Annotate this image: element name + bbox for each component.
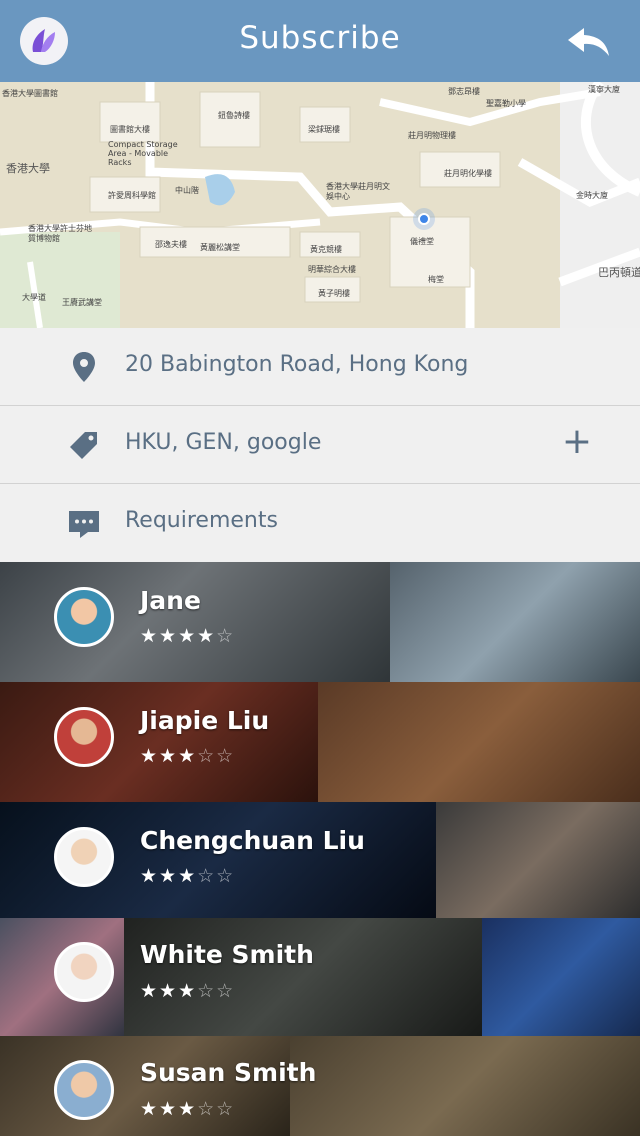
list-item-jane[interactable]: Jane ★★★★☆ xyxy=(0,562,640,682)
map-label: 圖書館大樓 xyxy=(110,125,150,134)
avatar xyxy=(54,707,114,767)
list-item-chengchuan-liu[interactable]: Chengchuan Liu ★★★☆☆ xyxy=(0,802,640,918)
map-label: 香港大學許士芬地質博物館 xyxy=(28,224,92,243)
avatar xyxy=(54,942,114,1002)
map-label: 中山階 xyxy=(175,186,199,195)
person-name: Chengchuan Liu xyxy=(140,826,365,855)
stars-filled: ★★★★ xyxy=(140,625,217,647)
reply-arrow-icon[interactable] xyxy=(566,24,612,60)
tags-row[interactable]: HKU, GEN, google + xyxy=(0,406,640,484)
stars-filled: ★★★ xyxy=(140,980,198,1002)
stars-empty: ☆☆ xyxy=(197,745,236,767)
background-photo xyxy=(482,918,640,1036)
map-label: 梅堂 xyxy=(428,275,444,284)
location-pin-icon xyxy=(73,352,95,382)
stars-empty: ☆☆ xyxy=(197,980,236,1002)
map-label: 莊月明物理樓 xyxy=(408,131,456,140)
address-row[interactable]: 20 Babington Road, Hong Kong xyxy=(0,328,640,406)
tag-icon xyxy=(70,432,97,459)
person-name: White Smith xyxy=(140,940,314,969)
map-label: 香港大學莊月明文娛中心 xyxy=(326,182,390,201)
page-title: Subscribe xyxy=(239,20,401,56)
map-label: 大學道 xyxy=(22,293,46,302)
background-photo xyxy=(390,562,640,682)
map-label: 巴丙頓道 xyxy=(598,266,640,279)
avatar xyxy=(54,587,114,647)
background-photo xyxy=(0,682,318,802)
star-rating: ★★★☆☆ xyxy=(140,865,235,887)
stars-empty: ☆ xyxy=(216,625,236,647)
person-name: Susan Smith xyxy=(140,1058,317,1087)
background-photo xyxy=(124,918,482,1036)
stars-filled: ★★★ xyxy=(140,865,198,887)
background-photo xyxy=(436,802,640,918)
map-label: 聖嘉勒小學 xyxy=(486,99,526,108)
star-rating: ★★★☆☆ xyxy=(140,980,235,1002)
map-label: 黃麗松講堂 xyxy=(200,243,240,252)
stars-empty: ☆☆ xyxy=(197,1098,236,1120)
person-name: Jane xyxy=(140,586,201,615)
list-item-jiapie-liu[interactable]: Jiapie Liu ★★★☆☆ xyxy=(0,682,640,802)
map-label: 鄧志昂樓 xyxy=(448,87,480,96)
comment-icon xyxy=(69,511,99,538)
location-map[interactable]: 香港大學圖書館 圖書館大樓 Compact Storage Area - Mov… xyxy=(0,82,640,328)
avatar xyxy=(54,1060,114,1120)
map-label: 香港大學 xyxy=(6,162,50,175)
map-label: 鈕魯詩樓 xyxy=(218,111,250,120)
stars-filled: ★★★ xyxy=(140,745,198,767)
requirements-row[interactable]: Requirements xyxy=(0,484,640,562)
map-label: Compact Storage Area - Movable Racks xyxy=(108,140,178,167)
map-label: 明華綜合大樓 xyxy=(308,265,356,274)
map-label: 邵逸夫樓 xyxy=(155,240,187,249)
map-label: 漢寧大廈 xyxy=(588,85,620,94)
map-label: 黃克競樓 xyxy=(310,245,342,254)
address-text: 20 Babington Road, Hong Kong xyxy=(125,352,469,377)
current-location-dot xyxy=(418,213,430,225)
avatar xyxy=(54,827,114,887)
map-label: 香港大學圖書館 xyxy=(2,89,58,98)
star-rating: ★★★★☆ xyxy=(140,625,235,647)
map-label: 莊月明化學樓 xyxy=(444,169,492,178)
map-label: 王賡武講堂 xyxy=(62,298,102,307)
map-label: 許愛周科學館 xyxy=(108,191,156,200)
map-label: 金時大廈 xyxy=(576,191,608,200)
map-label: 儀禮堂 xyxy=(410,237,434,246)
stars-filled: ★★★ xyxy=(140,1098,198,1120)
list-item-white-smith[interactable]: White Smith ★★★☆☆ xyxy=(0,918,640,1036)
app-header: Subscribe xyxy=(0,0,640,82)
stars-empty: ☆☆ xyxy=(197,865,236,887)
star-rating: ★★★☆☆ xyxy=(140,1098,235,1120)
add-tag-button[interactable]: + xyxy=(562,422,592,462)
map-label: 梁銶琚樓 xyxy=(308,125,340,134)
background-photo xyxy=(318,682,640,802)
background-photo xyxy=(290,1036,640,1136)
star-rating: ★★★☆☆ xyxy=(140,745,235,767)
tags-text: HKU, GEN, google xyxy=(125,430,322,455)
person-name: Jiapie Liu xyxy=(140,706,270,735)
list-item-susan-smith[interactable]: Susan Smith ★★★☆☆ xyxy=(0,1036,640,1136)
requirements-text: Requirements xyxy=(125,508,278,533)
map-label: 黃子明樓 xyxy=(318,289,350,298)
